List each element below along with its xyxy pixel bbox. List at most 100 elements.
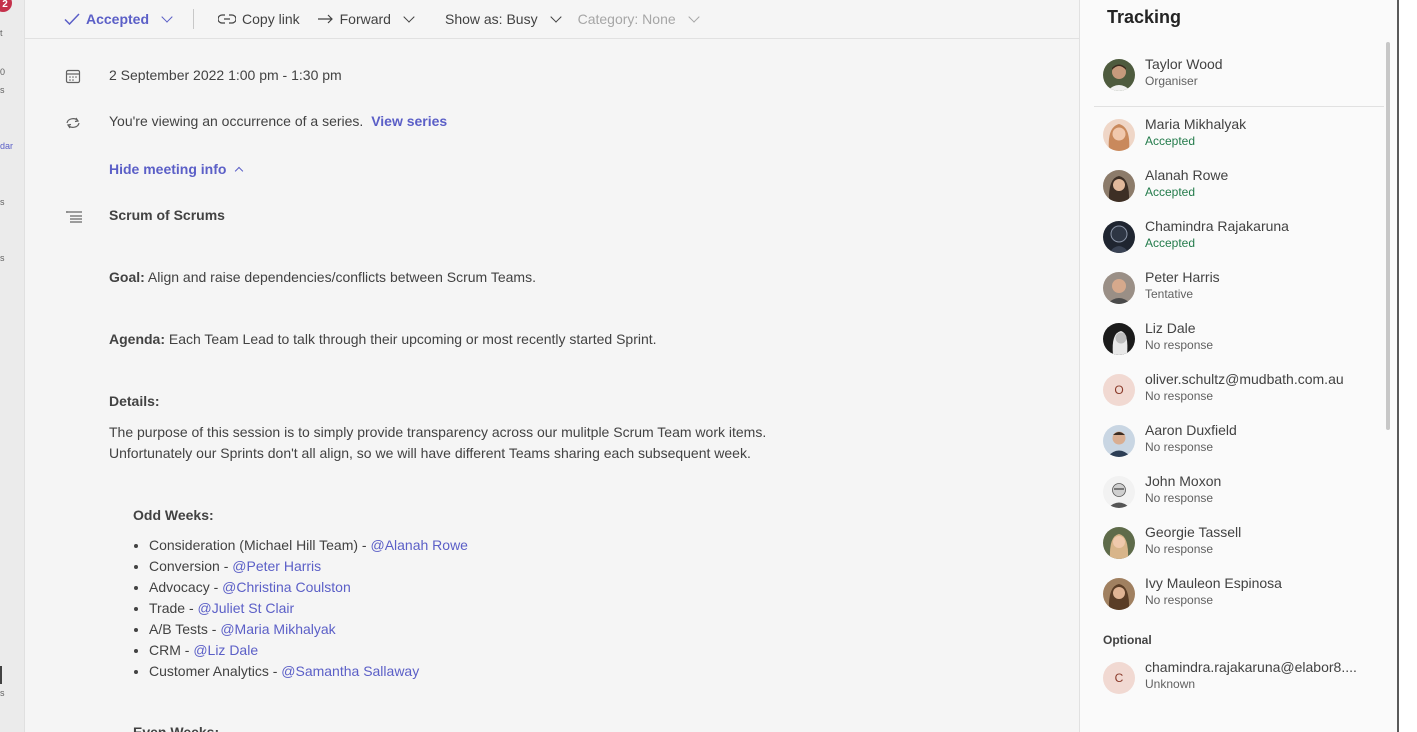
- agenda-paragraph: Agenda: Each Team Lead to talk through t…: [109, 329, 657, 350]
- attendee-row[interactable]: Liz Dale No response: [1103, 320, 1383, 360]
- mention-link[interactable]: @Liz Dale: [193, 642, 258, 658]
- organiser-row[interactable]: Taylor Wood Organiser: [1103, 56, 1383, 96]
- attendee-status: No response: [1145, 491, 1214, 505]
- agenda-text: Each Team Lead to talk through their upc…: [165, 331, 657, 347]
- attendee-name: Maria Mikhalyak: [1145, 116, 1247, 132]
- notification-badge: 2: [0, 0, 12, 12]
- list-item: CRM - @Liz Dale: [149, 640, 468, 661]
- attendee-row[interactable]: Peter Harris Tentative: [1103, 269, 1383, 309]
- attendee-row[interactable]: O oliver.schultz@mudbath.com.au No respo…: [1103, 371, 1383, 411]
- tracking-title: Tracking: [1107, 7, 1182, 27]
- odd-weeks-list: Consideration (Michael Hill Team) - @Ala…: [149, 535, 468, 682]
- avatar: [1103, 170, 1135, 202]
- hide-meeting-info-toggle[interactable]: Hide meeting info: [109, 161, 244, 177]
- attendee-status: No response: [1145, 542, 1214, 556]
- goal-label: Goal:: [109, 269, 145, 285]
- copy-link-button[interactable]: Copy link: [218, 11, 300, 27]
- attendee-row[interactable]: Chamindra Rajakaruna Accepted: [1103, 218, 1383, 258]
- attendee-name: Georgie Tassell: [1145, 524, 1242, 540]
- mention-link[interactable]: @Alanah Rowe: [370, 537, 468, 553]
- attendee-status: Accepted: [1145, 134, 1196, 148]
- list-item: Consideration (Michael Hill Team) - @Ala…: [149, 535, 468, 556]
- avatar: [1103, 578, 1135, 610]
- toolbar-divider: [193, 9, 195, 29]
- attendee-name: Ivy Mauleon Espinosa: [1145, 575, 1282, 591]
- rail-label-fragment-calendar[interactable]: dar: [0, 141, 13, 151]
- rail-label-fragment[interactable]: s: [0, 197, 5, 207]
- meeting-title: Scrum of Scrums: [109, 207, 225, 223]
- avatar: [1103, 323, 1135, 355]
- list-item-text: Advocacy -: [149, 579, 223, 595]
- avatar: [1103, 425, 1135, 457]
- attendee-name: Alanah Rowe: [1145, 167, 1229, 183]
- chevron-up-icon: [235, 166, 244, 176]
- forward-button[interactable]: Forward: [317, 11, 417, 27]
- agenda-label: Agenda:: [109, 331, 165, 347]
- odd-weeks-label: Odd Weeks:: [133, 507, 214, 523]
- avatar: [1103, 59, 1135, 91]
- avatar: [1103, 221, 1135, 253]
- attendee-status: Organiser: [1145, 74, 1198, 88]
- attendee-status: No response: [1145, 389, 1214, 403]
- list-item-text: Trade -: [149, 600, 198, 616]
- attendee-row[interactable]: Aaron Duxfield No response: [1103, 422, 1383, 462]
- goal-text: Align and raise dependencies/conflicts b…: [144, 269, 536, 285]
- list-item: Trade - @Juliet St Clair: [149, 598, 468, 619]
- series-text: You're viewing an occurrence of a series…: [109, 113, 364, 129]
- goal-paragraph: Goal: Align and raise dependencies/confl…: [109, 267, 536, 288]
- mention-link[interactable]: @Juliet St Clair: [198, 600, 295, 616]
- attendee-status: No response: [1145, 440, 1214, 454]
- rail-label-fragment[interactable]: s: [0, 85, 5, 95]
- list-item-text: A/B Tests -: [149, 621, 221, 637]
- chevron-down-icon: [161, 11, 173, 23]
- view-series-link[interactable]: View series: [371, 113, 447, 129]
- list-item-text: Consideration (Michael Hill Team) -: [149, 537, 371, 553]
- attendee-row[interactable]: John Moxon No response: [1103, 473, 1383, 513]
- attendee-name: chamindra.rajakaruna@elabor8....: [1145, 659, 1357, 675]
- rail-label-fragment[interactable]: s: [0, 688, 5, 698]
- attendee-row[interactable]: Alanah Rowe Accepted: [1103, 167, 1383, 207]
- show-as-dropdown[interactable]: Show as: Busy: [445, 11, 564, 27]
- rail-label-fragment[interactable]: s: [0, 253, 5, 263]
- attendee-status: Accepted: [1145, 236, 1196, 250]
- rsvp-label: Accepted: [86, 11, 150, 27]
- mention-link[interactable]: @Peter Harris: [232, 558, 321, 574]
- scrollbar-thumb[interactable]: [1386, 42, 1390, 430]
- details-line-2: Unfortunately our Sprints don't all alig…: [109, 445, 751, 461]
- rail-label-fragment[interactable]: t: [0, 28, 3, 38]
- mention-link[interactable]: @Christina Coulston: [222, 579, 351, 595]
- mention-link[interactable]: @Samantha Sallaway: [281, 663, 419, 679]
- rsvp-button[interactable]: Accepted: [64, 11, 175, 27]
- avatar: [1103, 272, 1135, 304]
- attendee-status: Accepted: [1145, 185, 1196, 199]
- series-notice: You're viewing an occurrence of a series…: [109, 113, 447, 129]
- hide-meeting-info-label: Hide meeting info: [109, 161, 227, 177]
- attendee-status: Unknown: [1145, 677, 1196, 691]
- avatar-initial: C: [1103, 662, 1135, 694]
- calendar-icon: [65, 69, 81, 84]
- attendee-row[interactable]: Maria Mikhalyak Accepted: [1103, 116, 1383, 156]
- mention-link[interactable]: @Maria Mikhalyak: [220, 621, 335, 637]
- description-icon: [66, 211, 82, 223]
- category-dropdown[interactable]: Category: None: [578, 11, 702, 27]
- list-item: Advocacy - @Christina Coulston: [149, 577, 468, 598]
- copy-link-label: Copy link: [242, 11, 300, 27]
- avatar: [1103, 119, 1135, 151]
- attendee-name: John Moxon: [1145, 473, 1222, 489]
- attendee-status: No response: [1145, 593, 1214, 607]
- show-as-label: Show as: Busy: [444, 11, 538, 27]
- details-label: Details:: [109, 393, 160, 409]
- category-label: Category: None: [577, 11, 676, 27]
- avatar: [1103, 527, 1135, 559]
- divider: [1094, 106, 1384, 107]
- attendee-row[interactable]: Ivy Mauleon Espinosa No response: [1103, 575, 1383, 615]
- attendee-name: Peter Harris: [1145, 269, 1220, 285]
- attendee-row[interactable]: Georgie Tassell No response: [1103, 524, 1383, 564]
- list-item: Conversion - @Peter Harris: [149, 556, 468, 577]
- meeting-details: Accepted Copy link Forward Show as: Busy…: [25, 0, 1079, 732]
- list-item-text: CRM -: [149, 642, 194, 658]
- optional-attendee-row[interactable]: C chamindra.rajakaruna@elabor8.... Unkno…: [1103, 659, 1383, 699]
- attendee-name: oliver.schultz@mudbath.com.au: [1145, 371, 1344, 387]
- chevron-down-icon: [549, 11, 562, 23]
- rail-label-fragment[interactable]: 0: [0, 67, 5, 77]
